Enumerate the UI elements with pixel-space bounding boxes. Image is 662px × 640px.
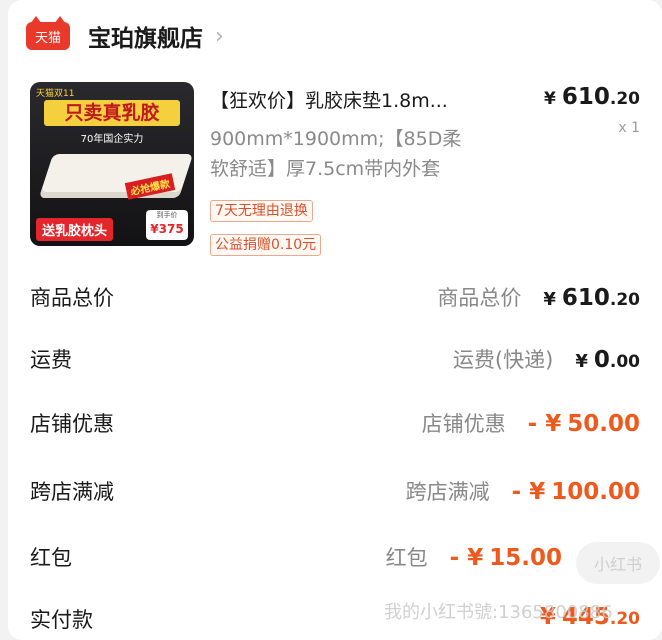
product-price: ¥610.20 [544, 84, 640, 110]
thumb-gift-label: 送乳胶枕头 [36, 218, 114, 241]
summary-sublabel: 店铺优惠 [421, 412, 506, 436]
product-spec-line1: 900mm*1900mm;【85D柔 [210, 128, 462, 150]
summary-sublabel: 商品总价 [437, 286, 522, 310]
thumb-banner: 只卖真乳胶 [44, 100, 180, 126]
summary-amount: 跨店满减 - ¥100.00 [406, 476, 640, 506]
summary-amount: 红包 - ¥15.00 [386, 542, 562, 572]
product-thumbnail[interactable]: 天猫双11 只卖真乳胶 70年国企实力 必抢爆款 送乳胶枕头 到手价 ¥375 [30, 82, 194, 246]
summary-value: - ¥15.00 [449, 545, 562, 571]
summary-value: ¥0.00 [575, 347, 640, 373]
chevron-right-icon[interactable]: › [215, 24, 224, 49]
return-policy-tag: 7天无理由退换 [210, 200, 313, 222]
summary-value: ¥610.20 [543, 285, 640, 311]
sticker-label: 到手价 [156, 211, 178, 219]
product-quantity: x 1 [618, 120, 640, 136]
tmall-badge-icon: 天猫 [26, 16, 70, 50]
shop-header[interactable]: 天猫 宝珀旗舰店 › [26, 14, 224, 58]
thumb-top-tag: 天猫双11 [36, 89, 75, 99]
currency-symbol: ¥ [544, 89, 556, 109]
sticker-price: ¥375 [150, 222, 184, 236]
xiaohongshu-watermark-icon: 小红书 [576, 542, 660, 584]
summary-amount: 店铺优惠 - ¥50.00 [422, 408, 640, 438]
product-title[interactable]: 【狂欢价】乳胶床垫1.8m... [210, 86, 510, 113]
summary-amount: 商品总价 ¥610.20 [437, 282, 640, 312]
summary-sublabel: 跨店满减 [405, 480, 490, 504]
summary-row-store-discount[interactable]: 店铺优惠 店铺优惠 - ¥50.00 [8, 408, 662, 448]
summary-value: - ¥50.00 [527, 411, 640, 437]
thumb-price-sticker: 到手价 ¥375 [146, 210, 188, 240]
product-spec-line2: 软舒适】厚7.5cm带内外套 [210, 158, 441, 180]
summary-amount: 运费(快递) ¥0.00 [453, 344, 640, 374]
watermark-text: 我的小红书號:1365800886 [384, 602, 613, 623]
product-spec: 900mm*1900mm;【85D柔 软舒适】厚7.5cm带内外套 [210, 124, 510, 184]
summary-row-cross-store[interactable]: 跨店满减 跨店满减 - ¥100.00 [8, 476, 662, 516]
summary-sublabel: 红包 [385, 546, 428, 570]
summary-label: 运费 [30, 348, 72, 372]
order-card: 天猫 宝珀旗舰店 › 天猫双11 只卖真乳胶 70年国企实力 必抢爆款 送乳胶枕… [8, 0, 662, 640]
summary-value: - ¥100.00 [511, 479, 640, 505]
summary-row-red-packet[interactable]: 红包 红包 - ¥15.00 [8, 542, 662, 582]
thumb-subtitle: 70年国企实力 [80, 134, 144, 145]
charity-tag: 公益捐赠0.10元 [210, 234, 322, 256]
price-decimal: .20 [609, 89, 640, 109]
summary-label: 实付款 [30, 608, 93, 632]
shop-name[interactable]: 宝珀旗舰店 [88, 19, 203, 53]
summary-label: 店铺优惠 [30, 412, 114, 436]
summary-row-subtotal: 商品总价 商品总价 ¥610.20 [8, 282, 662, 322]
summary-label: 红包 [30, 546, 72, 570]
summary-label: 跨店满减 [30, 480, 114, 504]
price-integer: 610 [561, 84, 610, 110]
summary-sublabel: 运费(快递) [452, 348, 554, 372]
summary-row-shipping[interactable]: 运费 运费(快递) ¥0.00 [8, 344, 662, 384]
summary-label: 商品总价 [30, 286, 114, 310]
